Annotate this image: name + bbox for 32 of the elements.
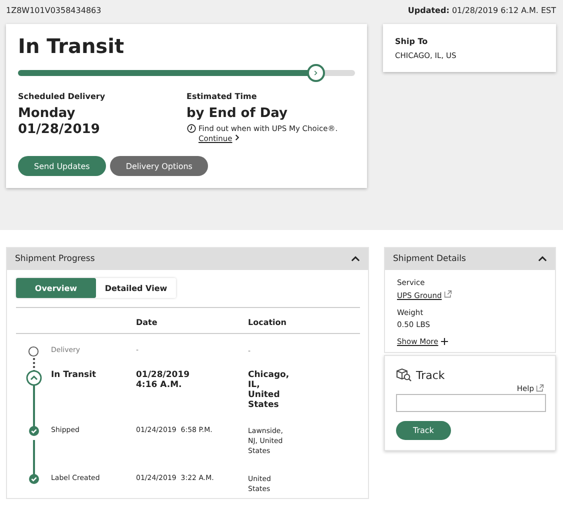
package-search-icon [396, 368, 412, 382]
scheduled-label: Scheduled Delivery [18, 92, 106, 101]
view-tab[interactable]: Detailed View [96, 278, 176, 298]
status-title: In Transit [18, 34, 126, 58]
track-button[interactable]: Track [396, 421, 451, 440]
column-header: Location [248, 318, 288, 327]
track-title: Track [416, 368, 445, 382]
estimated-label: Estimated Time [186, 92, 258, 101]
send-updates-button[interactable]: Send Updates [18, 156, 106, 176]
tracking-input[interactable] [396, 394, 546, 412]
delivery-options-button[interactable]: Delivery Options [110, 156, 208, 176]
delivery-date: 01/28/2019 [18, 122, 101, 138]
panel-title: Shipment Progress [15, 254, 95, 264]
delivery-day: Monday [18, 106, 186, 122]
location-cell-text: Chicago, IL, United States [248, 370, 290, 412]
external-link-icon [444, 290, 452, 298]
estimated-time: by End of Day [186, 106, 289, 122]
clock-icon [186, 124, 196, 133]
panel-title: Shipment Details [393, 254, 466, 264]
column-header: Date [136, 318, 158, 327]
updated-time: Updated: 01/28/2019 6:12 A.M. EST [408, 6, 556, 15]
plus-icon [441, 338, 448, 345]
collapse-icon[interactable] [351, 256, 360, 262]
chevron-right-icon [234, 134, 240, 141]
status-cell-text: In Transit [51, 370, 98, 382]
date-cell-text: 01/28/2019 4:16 A.M. [136, 370, 191, 392]
collapse-icon[interactable] [538, 256, 547, 262]
view-tab[interactable]: Overview [16, 278, 96, 298]
ship-to-label: Ship To [395, 37, 429, 46]
tracking-number: 1Z8W101V0358434863 [6, 6, 102, 15]
external-link-icon [536, 384, 544, 392]
chevron-right-icon [314, 70, 318, 76]
